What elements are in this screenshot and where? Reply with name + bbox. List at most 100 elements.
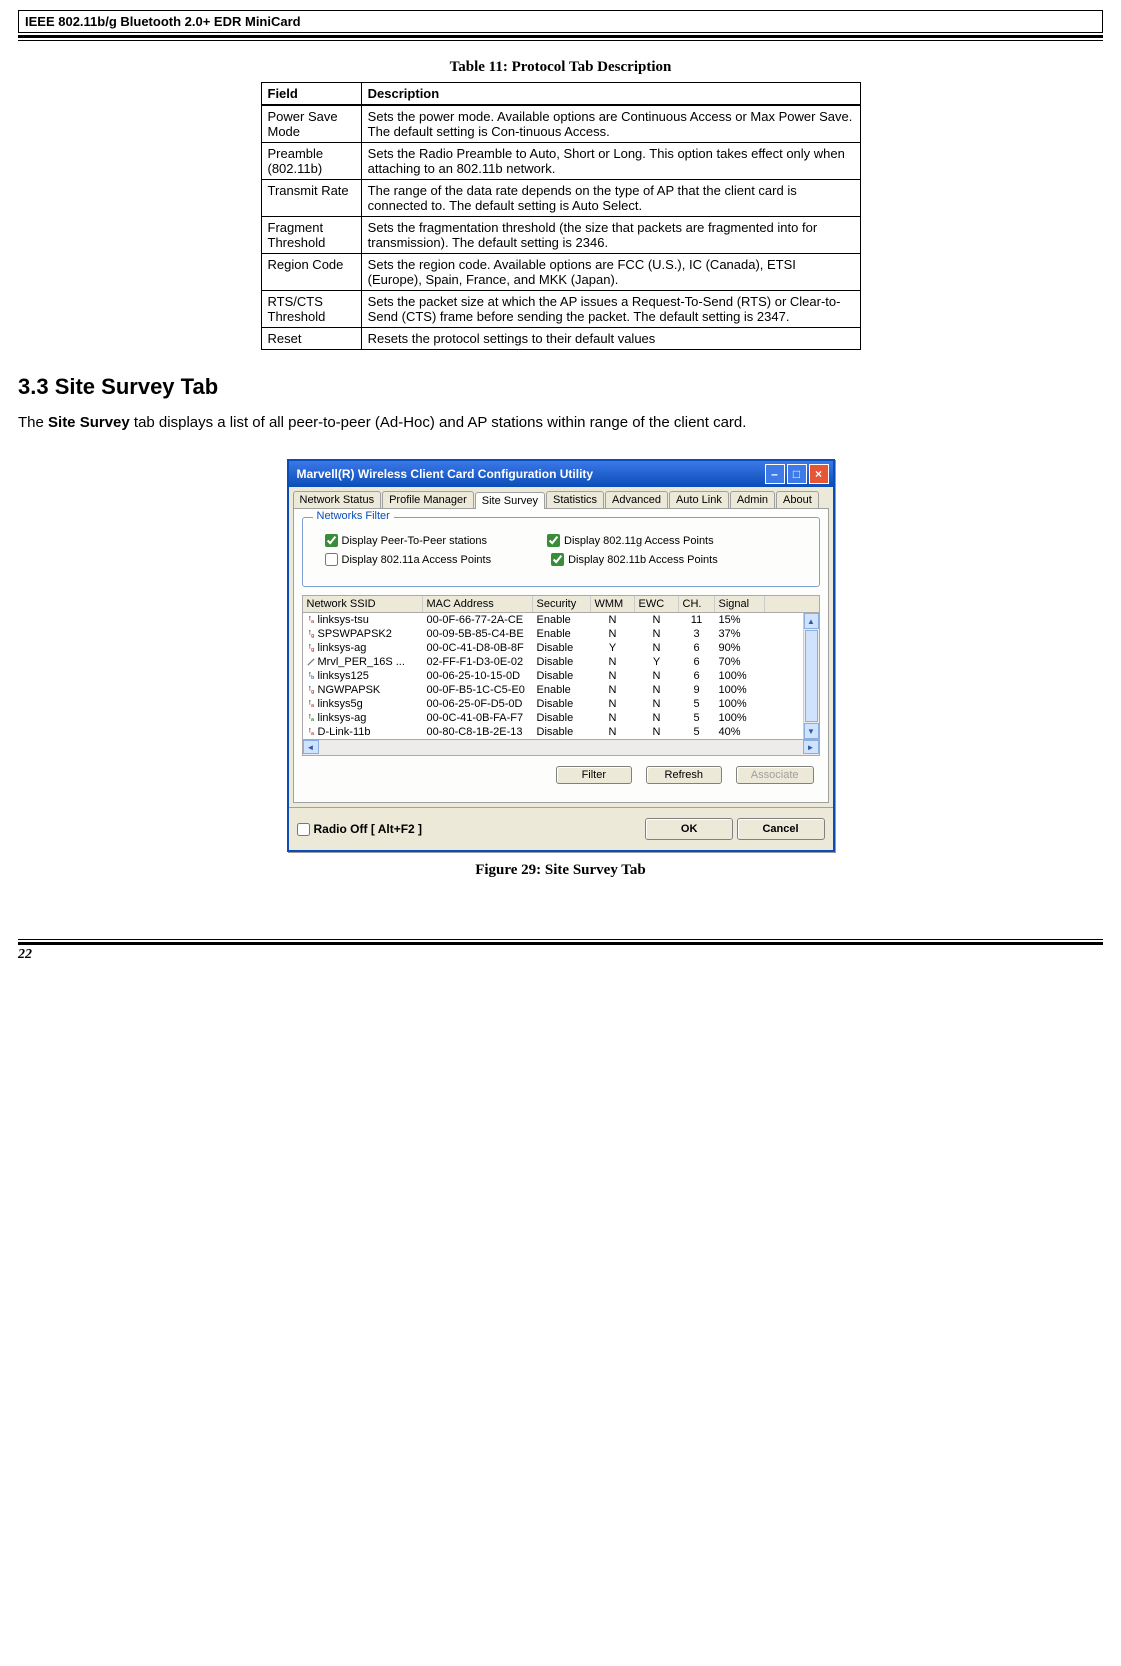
col-mac[interactable]: MAC Address (423, 596, 533, 612)
network-row[interactable]: alinksys5g00-06-25-0F-D5-0DDisableNN5100… (303, 697, 819, 711)
refresh-button[interactable]: Refresh (646, 766, 722, 784)
cell-ewc: N (635, 697, 679, 711)
table-caption: Table 11: Protocol Tab Description (18, 59, 1103, 76)
cell-ssid: gNGWPAPSK (303, 683, 423, 697)
tab-strip: Network StatusProfile ManagerSite Survey… (289, 487, 833, 508)
col-ewc[interactable]: EWC (635, 596, 679, 612)
scroll-right-button[interactable]: ► (803, 740, 819, 754)
chk-80211a-input[interactable] (325, 553, 338, 566)
horizontal-scrollbar[interactable]: ◄ ► (302, 740, 820, 756)
col-ssid[interactable]: Network SSID (303, 596, 423, 612)
network-row[interactable]: Mrvl_PER_16S ... 02-FF-F1-D3-0E-02Disable… (303, 655, 819, 669)
vertical-scrollbar[interactable]: ▲ ▼ (803, 613, 819, 739)
chk-80211g-input[interactable] (547, 534, 560, 547)
ssid-text: Mrvl_PER_16S ... (318, 656, 405, 668)
cell-wmm: N (591, 655, 635, 669)
scroll-up-button[interactable]: ▲ (804, 613, 819, 629)
svg-text:a: a (311, 717, 315, 722)
network-row[interactable]: gSPSWPAPSK200-09-5B-85-C4-BEEnableNN337% (303, 627, 819, 641)
tab-admin[interactable]: Admin (730, 491, 775, 508)
tab-advanced[interactable]: Advanced (605, 491, 668, 508)
svg-text:g: g (311, 647, 315, 652)
col-security[interactable]: Security (533, 596, 591, 612)
cell-ewc: N (635, 613, 679, 627)
cell-ewc: N (635, 641, 679, 655)
cell-desc: Sets the region code. Available options … (361, 254, 860, 291)
col-wmm[interactable]: WMM (591, 596, 635, 612)
chk-80211g[interactable]: Display 802.11g Access Points (547, 534, 714, 547)
th-field: Field (261, 83, 361, 106)
footer-rule (18, 939, 1103, 945)
chk-80211b[interactable]: Display 802.11b Access Points (551, 553, 718, 566)
scroll-thumb[interactable] (805, 630, 818, 722)
scroll-down-button[interactable]: ▼ (804, 723, 819, 739)
chk-80211b-input[interactable] (551, 553, 564, 566)
chk-peer-input[interactable] (325, 534, 338, 547)
cell-sec: Disable (533, 711, 591, 725)
cell-wmm: N (591, 711, 635, 725)
cell-desc: Sets the fragmentation threshold (the si… (361, 217, 860, 254)
svg-text:a: a (311, 619, 315, 624)
doc-header-title: IEEE 802.11b/g Bluetooth 2.0+ EDR MiniCa… (25, 14, 301, 29)
list-header: Network SSID MAC Address Security WMM EW… (302, 595, 820, 613)
ssid-text: NGWPAPSK (318, 684, 381, 696)
titlebar: Marvell(R) Wireless Client Card Configur… (289, 461, 833, 487)
tab-auto-link[interactable]: Auto Link (669, 491, 729, 508)
cell-ch: 6 (679, 655, 715, 669)
network-ap-icon: g (307, 686, 315, 694)
tab-statistics[interactable]: Statistics (546, 491, 604, 508)
hscroll-track[interactable] (319, 740, 803, 755)
network-row[interactable]: glinksys-ag00-0C-41-D8-0B-8FDisableYN690… (303, 641, 819, 655)
tab-about[interactable]: About (776, 491, 819, 508)
network-row[interactable]: gNGWPAPSK00-0F-B5-1C-C5-E0EnableNN9100% (303, 683, 819, 697)
network-row[interactable]: aD-Link-11b00-80-C8-1B-2E-13DisableNN540… (303, 725, 819, 739)
cancel-button[interactable]: Cancel (737, 818, 825, 840)
page-number: 22 (18, 947, 1103, 963)
ok-button[interactable]: OK (645, 818, 733, 840)
cell-wmm: N (591, 669, 635, 683)
col-ch[interactable]: CH. (679, 596, 715, 612)
cell-sec: Enable (533, 683, 591, 697)
associate-button[interactable]: Associate (736, 766, 814, 784)
cell-wmm: N (591, 613, 635, 627)
network-row[interactable]: alinksys-ag00-0C-41-0B-FA-F7DisableNN510… (303, 711, 819, 725)
chk-80211b-label: Display 802.11b Access Points (568, 554, 718, 566)
tab-site-survey[interactable]: Site Survey (475, 492, 545, 509)
cell-mac: 00-0C-41-D8-0B-8F (423, 641, 533, 655)
cell-ch: 6 (679, 641, 715, 655)
tab-network-status[interactable]: Network Status (293, 491, 382, 508)
chk-peer[interactable]: Display Peer-To-Peer stations (325, 534, 488, 547)
tab-panel: Networks Filter Display Peer-To-Peer sta… (293, 508, 829, 803)
cell-ewc: N (635, 725, 679, 739)
col-signal[interactable]: Signal (715, 596, 765, 612)
chk-80211a[interactable]: Display 802.11a Access Points (325, 553, 492, 566)
ssid-text: linksys-ag (318, 642, 367, 654)
scroll-left-button[interactable]: ◄ (303, 740, 319, 754)
cell-ssid: alinksys-tsu (303, 613, 423, 627)
cell-desc: Sets the power mode. Available options a… (361, 105, 860, 143)
cell-field: Power Save Mode (261, 105, 361, 143)
svg-text:g: g (311, 689, 315, 694)
cell-mac: 02-FF-F1-D3-0E-02 (423, 655, 533, 669)
maximize-button[interactable]: □ (787, 464, 807, 484)
network-row[interactable]: blinksys12500-06-25-10-15-0DDisableNN610… (303, 669, 819, 683)
table-row: Region CodeSets the region code. Availab… (261, 254, 860, 291)
close-button[interactable]: × (809, 464, 829, 484)
cell-mac: 00-06-25-0F-D5-0D (423, 697, 533, 711)
radio-off-input[interactable] (297, 823, 310, 836)
svg-text:a: a (311, 703, 315, 708)
tab-profile-manager[interactable]: Profile Manager (382, 491, 474, 508)
cell-ssid: alinksys-ag (303, 711, 423, 725)
network-row[interactable]: alinksys-tsu00-0F-66-77-2A-CEEnableNN111… (303, 613, 819, 627)
cell-sec: Disable (533, 655, 591, 669)
cell-field: Preamble (802.11b) (261, 143, 361, 180)
filter-button[interactable]: Filter (556, 766, 632, 784)
cell-sig: 70% (715, 655, 765, 669)
minimize-button[interactable]: – (765, 464, 785, 484)
cell-desc: Resets the protocol settings to their de… (361, 328, 860, 350)
radio-off-check[interactable]: Radio Off [ Alt+F2 ] (297, 822, 423, 836)
cell-field: RTS/CTS Threshold (261, 291, 361, 328)
th-desc: Description (361, 83, 860, 106)
cell-ewc: N (635, 683, 679, 697)
radio-off-label: Radio Off [ Alt+F2 ] (314, 822, 423, 836)
